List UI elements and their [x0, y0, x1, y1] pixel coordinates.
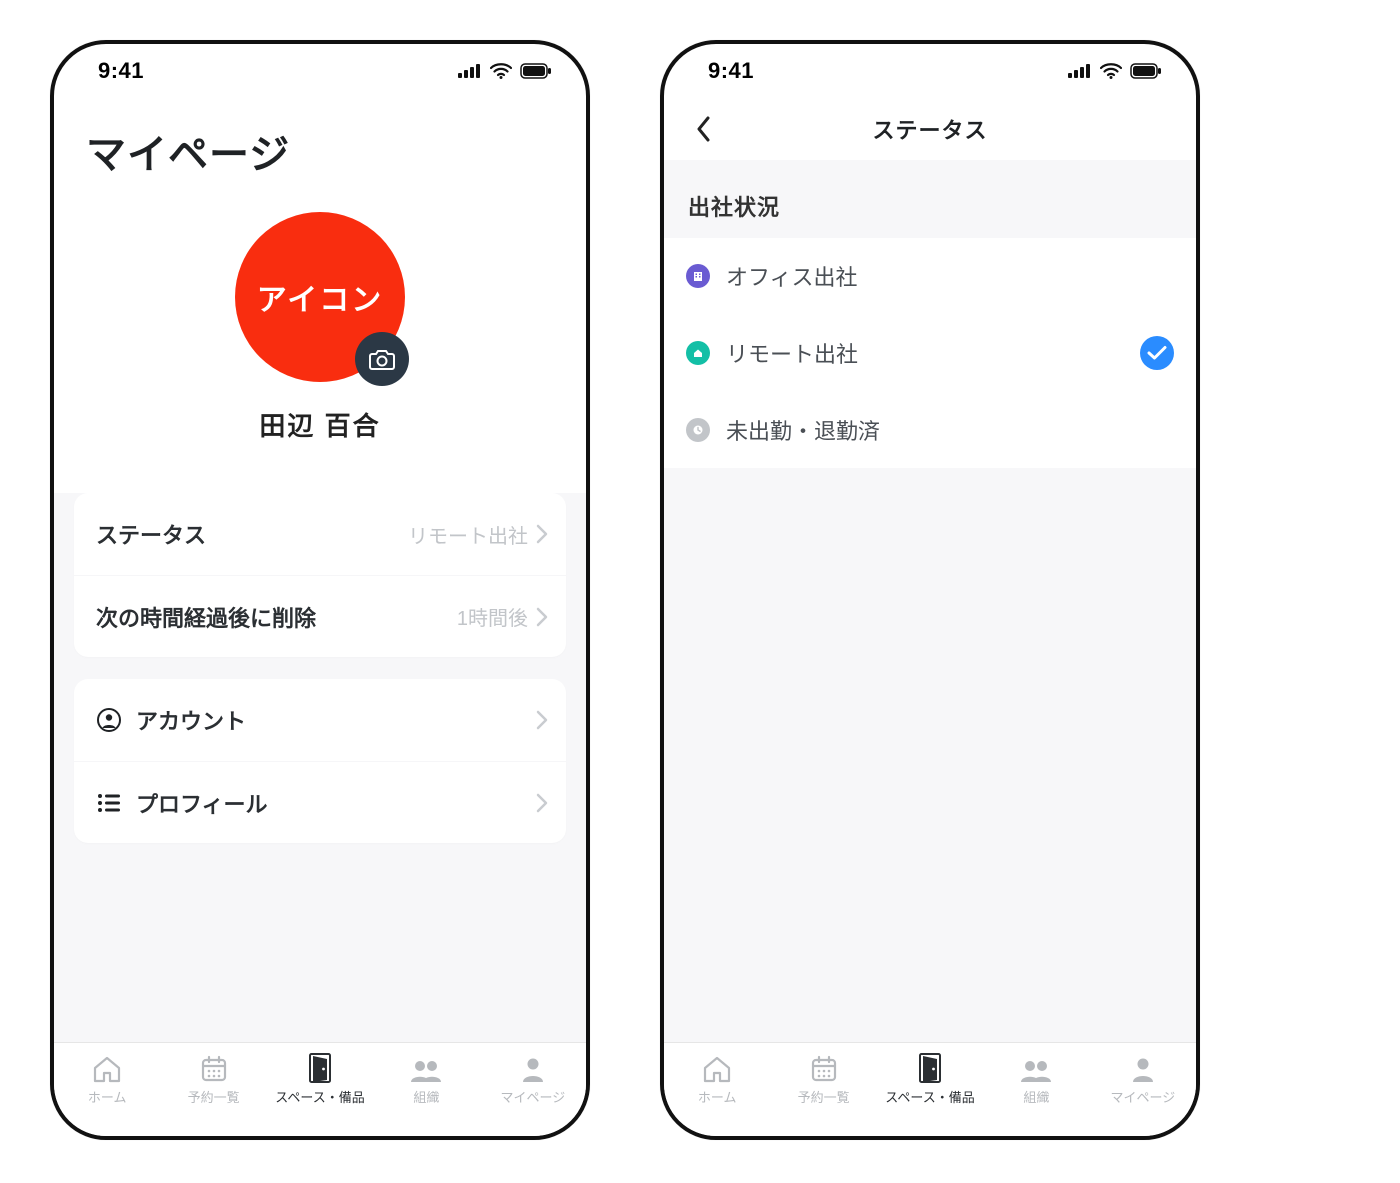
status-options: オフィス出社 リモート出社	[664, 238, 1196, 468]
option-away[interactable]: 未出勤・退勤済	[664, 392, 1196, 468]
tab-spaces[interactable]: スペース・備品	[877, 1053, 983, 1106]
tab-org[interactable]: 組織	[373, 1053, 479, 1106]
tab-bar: ホーム 予約一覧 スペース・備品	[54, 1042, 586, 1136]
cellular-icon	[1068, 64, 1092, 78]
phone-status: 9:41 ステータス 出社状況	[660, 40, 1200, 1140]
tab-bar: ホーム 予約一覧 スペース・備品	[664, 1042, 1196, 1136]
tab-home[interactable]: ホーム	[664, 1053, 770, 1106]
wifi-icon	[490, 63, 512, 79]
tab-reservations[interactable]: 予約一覧	[770, 1053, 876, 1106]
option-office-label: オフィス出社	[726, 260, 858, 292]
chevron-right-icon	[536, 710, 548, 730]
clock-icon	[686, 418, 710, 442]
tab-spaces[interactable]: スペース・備品	[267, 1053, 373, 1106]
back-button[interactable]	[684, 109, 724, 149]
clear-after-label: 次の時間経過後に削除	[96, 601, 316, 633]
clear-after-value: 1時間後	[457, 602, 528, 631]
avatar[interactable]: アイコン	[235, 212, 405, 382]
tab-spaces-label: スペース・備品	[885, 1087, 974, 1106]
profile-row[interactable]: プロフィール	[74, 761, 566, 843]
header: ステータス	[664, 98, 1196, 160]
status-indicators	[458, 63, 552, 79]
tab-org-label: 組織	[413, 1087, 439, 1106]
chevron-right-icon	[536, 607, 548, 627]
tab-spaces-label: スペース・備品	[275, 1087, 364, 1106]
tab-mypage[interactable]: マイページ	[1090, 1053, 1196, 1106]
tab-home-label: ホーム	[698, 1087, 737, 1106]
person-icon	[1131, 1053, 1155, 1083]
tab-org[interactable]: 組織	[983, 1053, 1089, 1106]
status-label: ステータス	[96, 518, 206, 550]
status-card: ステータス リモート出社 次の時間経過後に削除 1時間後	[74, 493, 566, 657]
selected-check	[1140, 336, 1174, 370]
building-icon	[686, 264, 710, 288]
check-icon	[1147, 345, 1167, 361]
battery-icon	[520, 63, 552, 79]
tab-home[interactable]: ホーム	[54, 1053, 160, 1106]
status-bar: 9:41	[664, 44, 1196, 98]
battery-icon	[1130, 63, 1162, 79]
status-time: 9:41	[98, 58, 144, 84]
cellular-icon	[458, 64, 482, 78]
home-icon	[92, 1053, 122, 1083]
phone-mypage: 9:41 マイページ アイコン	[50, 40, 590, 1140]
tab-reservations[interactable]: 予約一覧	[160, 1053, 266, 1106]
calendar-icon	[200, 1053, 228, 1083]
tab-mypage-label: マイページ	[1110, 1087, 1175, 1106]
section-label: 出社状況	[664, 160, 1196, 238]
profile-label: プロフィール	[136, 787, 268, 819]
home-icon	[702, 1053, 732, 1083]
option-away-label: 未出勤・退勤済	[726, 414, 880, 446]
tab-mypage[interactable]: マイページ	[480, 1053, 586, 1106]
account-label: アカウント	[136, 704, 246, 736]
chevron-left-icon	[696, 116, 712, 142]
tab-reservations-label: 予約一覧	[798, 1087, 850, 1106]
tab-mypage-label: マイページ	[500, 1087, 565, 1106]
tab-reservations-label: 予約一覧	[188, 1087, 240, 1106]
door-icon	[309, 1053, 331, 1083]
status-indicators	[1068, 63, 1162, 79]
option-office[interactable]: オフィス出社	[664, 238, 1196, 314]
account-icon	[96, 708, 122, 732]
option-remote-label: リモート出社	[726, 337, 858, 369]
header-title: ステータス	[872, 113, 987, 145]
page-title: マイページ	[54, 98, 586, 192]
user-name: 田辺 百合	[259, 406, 380, 443]
wifi-icon	[1100, 63, 1122, 79]
status-value: リモート出社	[408, 520, 528, 549]
status-bar: 9:41	[54, 44, 586, 98]
clear-after-row[interactable]: 次の時間経過後に削除 1時間後	[74, 575, 566, 657]
chevron-right-icon	[536, 793, 548, 813]
option-remote[interactable]: リモート出社	[664, 314, 1196, 392]
person-icon	[521, 1053, 545, 1083]
edit-avatar-button[interactable]	[355, 332, 409, 386]
status-time: 9:41	[708, 58, 754, 84]
camera-icon	[369, 348, 395, 370]
door-icon	[919, 1053, 941, 1083]
list-icon	[96, 793, 122, 813]
account-row[interactable]: アカウント	[74, 679, 566, 761]
people-icon	[409, 1053, 443, 1083]
chevron-right-icon	[536, 524, 548, 544]
people-icon	[1019, 1053, 1053, 1083]
home-small-icon	[686, 341, 710, 365]
tab-org-label: 組織	[1023, 1087, 1049, 1106]
calendar-icon	[810, 1053, 838, 1083]
status-row[interactable]: ステータス リモート出社	[74, 493, 566, 575]
settings-card: アカウント プロフィール	[74, 679, 566, 843]
tab-home-label: ホーム	[88, 1087, 127, 1106]
